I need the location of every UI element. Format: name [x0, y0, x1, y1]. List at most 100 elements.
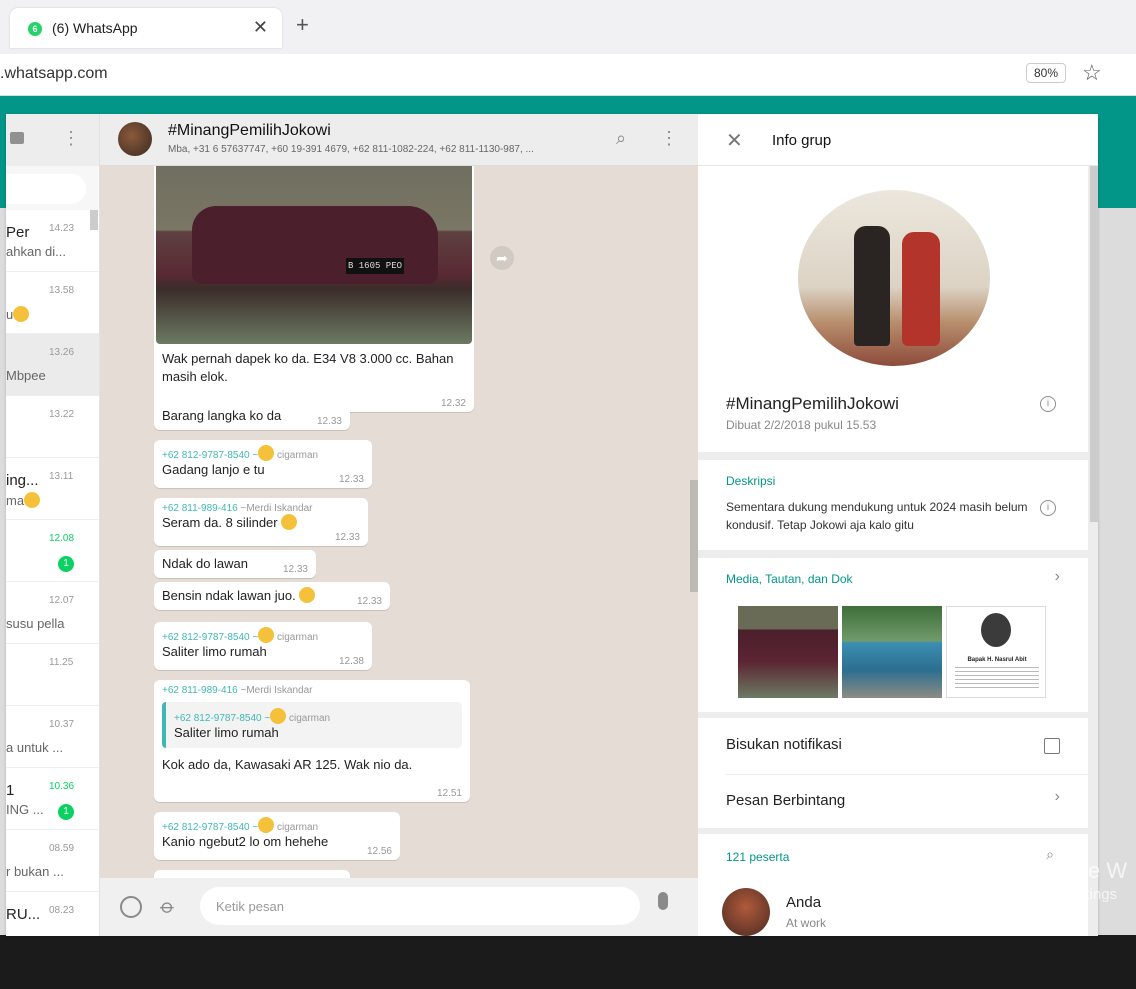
chat-preview: susu pella: [6, 616, 65, 631]
participant-name[interactable]: Anda: [786, 894, 821, 911]
message-bubble[interactable]: Bensin ndak lawan juo. 12.33: [154, 582, 390, 610]
conversation-header[interactable]: #MinangPemilihJokowi Mba, +31 6 57637747…: [100, 114, 698, 166]
chat-list-item[interactable]: 13.22: [6, 396, 99, 458]
emoji-icon: [24, 492, 41, 508]
chat-time: 08.23: [49, 905, 75, 916]
chat-preview: ma: [6, 492, 41, 508]
media-thumbnail-car-blue[interactable]: [842, 606, 942, 698]
description-info-icon[interactable]: i: [1040, 500, 1056, 516]
media-thumbnail-document[interactable]: Bapak H. Nasrul Abit: [946, 606, 1046, 698]
quoted-sender-phone: +62 812-9787-8540: [174, 713, 262, 724]
tab-title: (6) WhatsApp: [52, 20, 138, 36]
group-profile-photo[interactable]: [798, 190, 990, 366]
chat-time: 08.59: [49, 843, 75, 854]
message-sender: +62 811-989-416 ~Merdi Iskandar: [162, 685, 462, 696]
photo-message-bubble[interactable]: B 1605 PEO Wak pernah dapek ko da. E34 V…: [154, 166, 474, 412]
chat-name: Per: [6, 224, 30, 241]
chevron-right-icon[interactable]: ›: [1055, 568, 1060, 586]
forward-icon[interactable]: ➦: [490, 246, 514, 270]
message-time: 12.33: [356, 596, 382, 607]
new-tab-icon[interactable]: +: [296, 14, 309, 36]
bookmark-star-icon[interactable]: ☆: [1082, 60, 1102, 86]
chat-list: Per 14.23 ahkan di... 13.58 u 13.26 Mbpee 13.22…: [6, 210, 99, 936]
attach-icon[interactable]: ⌀: [155, 893, 181, 919]
chat-preview-text: r bukan ...: [6, 864, 64, 879]
chat-list-item[interactable]: 12.08 1: [6, 520, 99, 582]
group-created-date: Dibuat 2/2/2018 pukul 15.53: [726, 418, 877, 432]
message-sender: +62 812-9787-8540 ~ cigarman: [162, 445, 364, 461]
close-icon[interactable]: ✕: [726, 128, 743, 153]
chat-preview: u: [6, 306, 30, 322]
chat-list-item[interactable]: ing... 13.11 ma: [6, 458, 99, 520]
chat-time: 12.08: [49, 533, 75, 544]
message-sender: +62 812-9787-8540 ~ cigarman: [162, 627, 364, 643]
chat-search-bar: [6, 166, 99, 210]
tab-close-icon[interactable]: ✕: [253, 17, 268, 38]
microphone-icon[interactable]: [658, 892, 668, 910]
chat-preview-text: ahkan di...: [6, 244, 66, 259]
message-input[interactable]: [200, 887, 640, 925]
message-time: 12.38: [338, 656, 364, 667]
zoom-level-button[interactable]: 80%: [1026, 63, 1067, 83]
message-bubble[interactable]: Ndak do lawan 12.33: [154, 550, 316, 578]
chat-name: RU...: [6, 906, 41, 923]
menu-icon[interactable]: ⋮: [660, 128, 678, 149]
car-photo[interactable]: B 1605 PEO: [156, 166, 472, 344]
description-card: Deskripsi Sementara dukung mendukung unt…: [698, 460, 1088, 550]
message-text: Barang langka ko da: [162, 408, 282, 423]
chat-preview-text: ma: [6, 493, 25, 508]
chat-list-item[interactable]: 13.26 Mbpee: [6, 334, 99, 396]
mute-notifications-checkbox[interactable]: [1044, 738, 1060, 754]
group-avatar[interactable]: [118, 122, 152, 156]
chat-list-item[interactable]: RU... 08.23: [6, 892, 99, 936]
partial-message-bubble[interactable]: [154, 870, 350, 878]
chat-list-item[interactable]: Per 14.23 ahkan di...: [6, 210, 99, 272]
avatar[interactable]: [722, 888, 770, 936]
quoted-sender: +62 812-9787-8540 ~ cigarman: [174, 708, 454, 724]
chevron-right-icon[interactable]: ›: [1055, 788, 1060, 806]
emoji-picker-icon[interactable]: [120, 896, 142, 918]
chat-list-item[interactable]: 13.58 u: [6, 272, 99, 334]
chat-list-panel: ⋮ Per 14.23 ahkan di... 13.58 u 13.26 Mbpee 13.…: [6, 114, 100, 936]
chat-list-item[interactable]: 12.07 susu pella: [6, 582, 99, 644]
message-text-body: Seram da. 8 silinder: [162, 515, 278, 530]
chat-list-item[interactable]: 10.37 a untuk ...: [6, 706, 99, 768]
chat-list-item[interactable]: 11.25: [6, 644, 99, 706]
chat-time: 10.37: [49, 719, 75, 730]
media-thumbnail-car-maroon[interactable]: [738, 606, 838, 698]
chat-list-scrollbar[interactable]: [90, 210, 98, 230]
chat-preview-text: a untuk ...: [6, 740, 64, 755]
chat-preview: r bukan ...: [6, 864, 64, 879]
media-card[interactable]: Media, Tautan, dan Dok › Bapak H. Nasrul…: [698, 558, 1088, 712]
photo-figure-man: [854, 226, 890, 346]
url-text[interactable]: .whatsapp.com: [0, 65, 108, 83]
chat-list-item[interactable]: 1 10.36 ING ... 1: [6, 768, 99, 830]
browser-tab[interactable]: 6 (6) WhatsApp ✕: [10, 8, 282, 48]
edit-name-info-icon[interactable]: i: [1040, 396, 1056, 412]
group-members: Mba, +31 6 57637747, +60 19-391 4679, +6…: [168, 144, 534, 155]
license-plate: B 1605 PEO: [346, 258, 404, 274]
new-chat-icon[interactable]: [10, 132, 24, 144]
reply-message-bubble[interactable]: +62 811-989-416 ~Merdi Iskandar +62 812-…: [154, 680, 470, 802]
document-caption: Bapak H. Nasrul Abit: [967, 657, 1027, 663]
menu-icon[interactable]: ⋮: [62, 128, 80, 149]
message-bubble[interactable]: Barang langka ko da 12.33: [154, 402, 350, 430]
chat-search-input[interactable]: [6, 174, 86, 204]
message-bubble[interactable]: +62 812-9787-8540 ~ cigarman Saliter lim…: [154, 622, 372, 670]
message-time: 12.56: [366, 846, 392, 857]
message-text: Kok ado da, Kawasaki AR 125. Wak nio da.: [162, 757, 413, 772]
mute-notifications-label: Bisukan notifikasi: [726, 736, 842, 753]
message-bubble[interactable]: +62 812-9787-8540 ~ cigarman Gadang lanj…: [154, 440, 372, 488]
chat-time: 13.26: [49, 347, 75, 358]
search-icon[interactable]: ⌕: [616, 128, 626, 149]
conversation-scrollbar[interactable]: [690, 480, 698, 592]
quoted-message[interactable]: +62 812-9787-8540 ~ cigarman Saliter lim…: [162, 702, 462, 748]
message-bubble[interactable]: +62 811-989-416 ~Merdi Iskandar Seram da…: [154, 498, 368, 546]
emoji-icon: [281, 514, 298, 530]
chat-list-item[interactable]: 08.59 r bukan ...: [6, 830, 99, 892]
address-bar[interactable]: .whatsapp.com 80% ☆: [0, 54, 1136, 96]
group-info-header: ✕ Info grup: [698, 114, 1098, 166]
info-scrollbar[interactable]: [1090, 166, 1098, 522]
message-bubble[interactable]: +62 812-9787-8540 ~ cigarman Kanio ngebu…: [154, 812, 400, 860]
starred-messages-label[interactable]: Pesan Berbintang: [726, 792, 845, 809]
